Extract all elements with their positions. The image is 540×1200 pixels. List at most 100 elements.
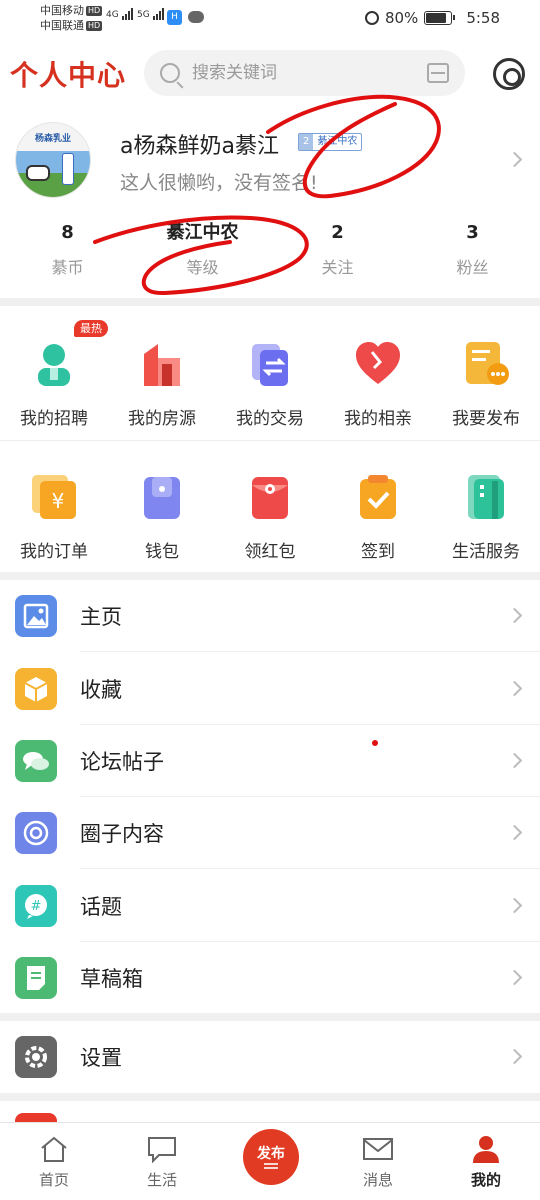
- stat-label: 粉丝: [456, 258, 489, 277]
- cow-icon: [26, 165, 50, 181]
- hd-badge: HD: [86, 21, 103, 31]
- chevron-right-icon: [506, 151, 523, 168]
- menu-item-forum-posts[interactable]: 论坛帖子: [0, 725, 540, 797]
- yen-icon: ¥: [28, 471, 80, 523]
- level-name: 綦江中农: [317, 136, 358, 147]
- grid-item-label: 领红包: [244, 542, 296, 562]
- svg-text:¥: ¥: [52, 489, 65, 513]
- menu-item-label: 话题: [80, 895, 122, 919]
- life-chat-icon: [147, 1135, 177, 1164]
- wallet-icon: [136, 471, 188, 523]
- draft-icon: [15, 957, 57, 999]
- heart-icon: [352, 338, 404, 390]
- grid-item-label: 我要发布: [452, 409, 520, 429]
- image-icon: [15, 595, 57, 637]
- stat-value: 2: [331, 222, 344, 243]
- menu-item-topics[interactable]: # 话题: [0, 870, 540, 942]
- chevron-right-icon: [506, 752, 523, 769]
- chat-icon: [15, 740, 57, 782]
- divider: [0, 572, 540, 580]
- grid-item-recruit[interactable]: 最热 我的招聘: [0, 320, 108, 429]
- grid-item-publish[interactable]: 我要发布: [432, 338, 540, 429]
- menu-item-label: 圈子内容: [80, 822, 164, 846]
- grid-item-dating[interactable]: 我的相亲: [324, 338, 432, 429]
- tab-home[interactable]: 首页: [0, 1123, 108, 1200]
- search-bar[interactable]: [144, 50, 465, 96]
- scan-icon[interactable]: [427, 63, 449, 83]
- stat-following[interactable]: 2 关注: [270, 220, 405, 290]
- menu-item-label: 论坛帖子: [80, 750, 164, 774]
- grid-item-label: 我的交易: [236, 409, 304, 429]
- tab-life[interactable]: 生活: [108, 1123, 216, 1200]
- grid-item-housing[interactable]: 我的房源: [108, 338, 216, 429]
- menu-item-homepage[interactable]: 主页: [0, 580, 540, 652]
- menu-item-label: 设置: [80, 1046, 122, 1070]
- menu-item-label: 主页: [80, 605, 122, 629]
- svg-text:#: #: [31, 899, 42, 914]
- menu-item-label: 草稿箱: [80, 967, 143, 991]
- tab-messages[interactable]: 消息: [324, 1123, 432, 1200]
- tab-label: 生活: [146, 1171, 177, 1189]
- menu-item-circle-content[interactable]: 圈子内容: [0, 797, 540, 869]
- avatar-brand: 杨森乳业: [34, 134, 71, 144]
- stat-level[interactable]: 綦江中农 等级: [135, 220, 270, 290]
- tab-label: 消息: [362, 1171, 393, 1189]
- grid-item-checkin[interactable]: 签到: [324, 471, 432, 562]
- network-type: 4G: [106, 10, 119, 20]
- message-notification-icon: [188, 11, 204, 23]
- grid-item-label: 生活服务: [452, 542, 520, 562]
- menu-item-settings[interactable]: 设置: [0, 1021, 540, 1093]
- tab-publish[interactable]: 发布: [216, 1123, 324, 1200]
- stat-coins[interactable]: 8 綦币: [0, 220, 135, 290]
- clock: 5:58: [466, 9, 500, 27]
- stat-value: 綦江中农: [166, 222, 239, 243]
- stat-label: 綦币: [51, 258, 84, 277]
- grid-item-life-service[interactable]: 生活服务: [432, 471, 540, 562]
- header: 个人中心: [0, 46, 540, 102]
- carrier-2: 中国联通: [40, 19, 84, 32]
- publish-icon[interactable]: 发布: [243, 1129, 299, 1185]
- avatar[interactable]: 杨森乳业: [15, 122, 91, 198]
- feature-grid-row-2: ¥ 我的订单 钱包 领红包 签到 生活服务: [0, 471, 540, 562]
- stat-label: 关注: [321, 258, 354, 277]
- chevron-right-icon: [506, 969, 523, 986]
- signal-2-icon: 5G: [137, 8, 165, 20]
- status-bar: 中国移动 HD 中国联通 HD 4G 5G H 80% 5:58: [0, 0, 540, 38]
- hd-badge: HD: [86, 6, 103, 16]
- search-input[interactable]: [192, 50, 412, 96]
- level-number: 2: [299, 134, 314, 150]
- stat-followers[interactable]: 3 粉丝: [405, 220, 540, 290]
- gear-icon[interactable]: [493, 58, 525, 90]
- chevron-right-icon: [506, 680, 523, 697]
- page-title: 个人中心: [10, 59, 127, 92]
- carrier-1: 中国移动: [40, 4, 84, 17]
- profile-card[interactable]: 杨森乳业 a杨森鲜奶a綦江 2 綦江中农 这人很懒哟，没有签名!: [0, 112, 540, 208]
- hashtag-icon: #: [15, 885, 57, 927]
- stat-value: 8: [61, 222, 74, 243]
- grid-item-label: 我的相亲: [344, 409, 412, 429]
- grid-item-label: 我的招聘: [20, 409, 88, 429]
- grid-item-orders[interactable]: ¥ 我的订单: [0, 471, 108, 562]
- grid-item-red-envelope[interactable]: 领红包: [216, 471, 324, 562]
- signature: 这人很懒哟，没有签名!: [120, 172, 318, 194]
- stat-value: 3: [466, 222, 479, 243]
- checkin-icon: [352, 471, 404, 523]
- building-icon: [136, 338, 188, 390]
- grid-item-trade[interactable]: 我的交易: [216, 338, 324, 429]
- username: a杨森鲜奶a綦江: [120, 134, 279, 159]
- app-notification-icon: H: [167, 10, 182, 25]
- alarm-icon: [364, 11, 379, 25]
- hot-badge: 最热: [74, 320, 108, 337]
- divider: [0, 440, 540, 441]
- grid-item-label: 钱包: [145, 542, 179, 562]
- menu-item-drafts[interactable]: 草稿箱: [0, 942, 540, 1014]
- tab-profile[interactable]: 我的: [432, 1123, 540, 1200]
- search-icon: [160, 63, 180, 83]
- menu-item-favorites[interactable]: 收藏: [0, 653, 540, 725]
- home-icon: [39, 1135, 69, 1163]
- battery-percent: 80%: [384, 9, 419, 27]
- circle-icon: [15, 812, 57, 854]
- carrier-info: 中国移动 HD 中国联通 HD: [40, 3, 103, 33]
- divider: [0, 298, 540, 306]
- grid-item-wallet[interactable]: 钱包: [108, 471, 216, 562]
